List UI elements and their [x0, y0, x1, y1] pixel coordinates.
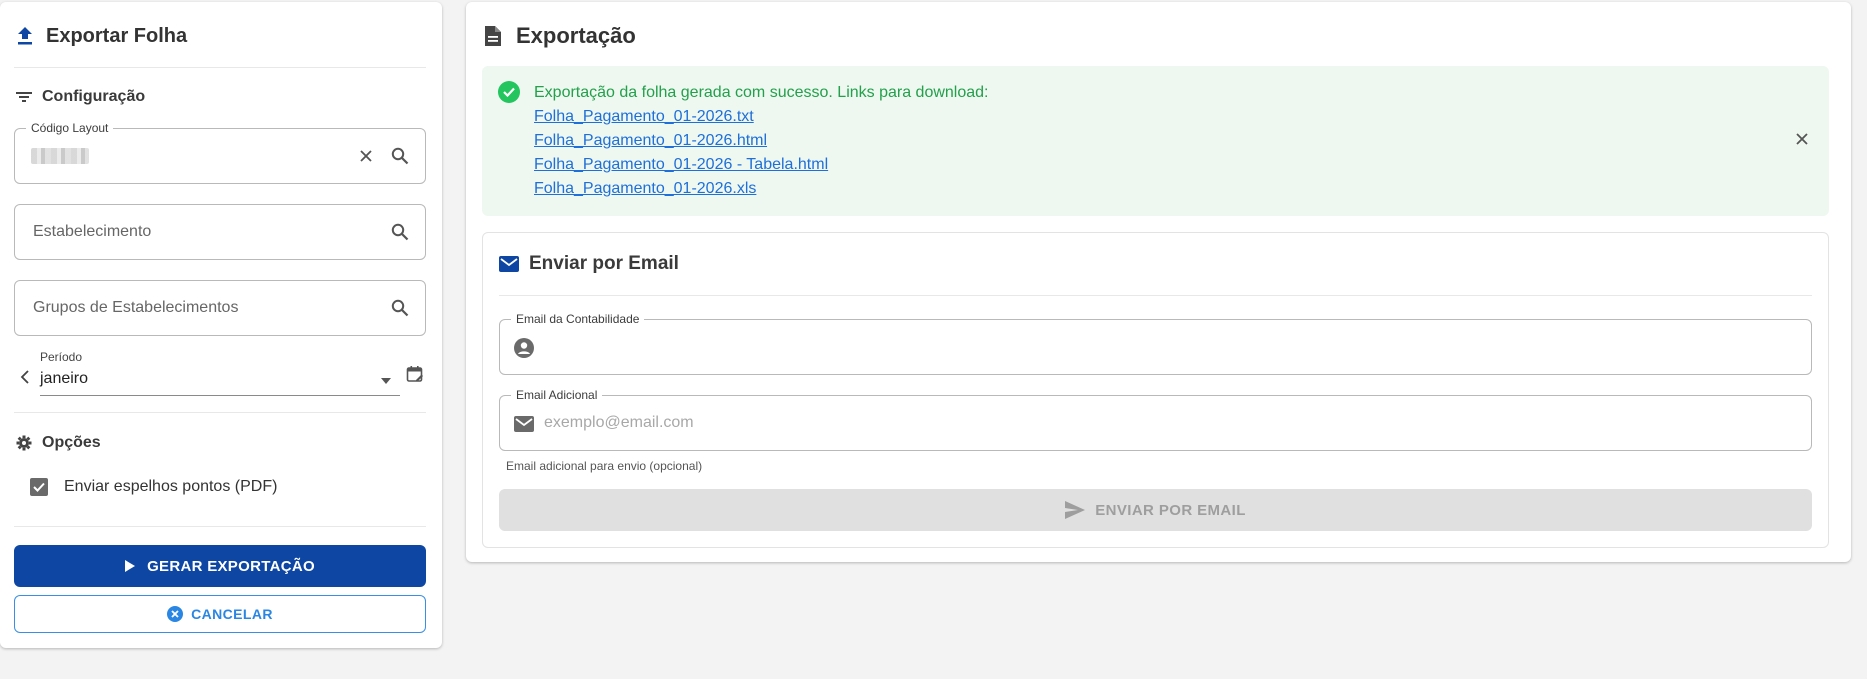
gear-icon	[16, 435, 32, 451]
gerar-exportacao-button[interactable]: GERAR EXPORTAÇÃO	[14, 545, 426, 587]
estabelecimento-placeholder: Estabelecimento	[33, 223, 152, 240]
download-links: Folha_Pagamento_01-2026.txt Folha_Pagame…	[534, 108, 828, 198]
config-title-text: Configuração	[42, 88, 146, 105]
close-icon[interactable]	[1795, 132, 1809, 146]
export-result-panel: Exportação Exportação da folha gerada co…	[466, 2, 1851, 562]
gerar-exportacao-label: GERAR EXPORTAÇÃO	[147, 557, 315, 575]
email-adicional-field[interactable]: Email Adicional exemplo@email.com	[499, 388, 1812, 451]
export-title: Exportação	[484, 22, 636, 50]
divider	[14, 412, 426, 413]
email-adicional-label: Email Adicional	[511, 388, 603, 402]
cancelar-label: CANCELAR	[191, 606, 273, 622]
envelope-icon	[514, 416, 534, 432]
download-link-txt[interactable]: Folha_Pagamento_01-2026.txt	[534, 108, 828, 126]
divider	[14, 526, 426, 527]
dropdown-arrow-icon[interactable]	[381, 378, 391, 384]
email-contabilidade-field[interactable]: Email da Contabilidade	[499, 312, 1812, 375]
email-adicional-helper: Email adicional para envio (opcional)	[506, 459, 703, 473]
espelhos-checkbox-row[interactable]: Enviar espelhos pontos (PDF)	[30, 478, 277, 496]
filter-list-icon	[16, 90, 32, 104]
clear-icon[interactable]	[359, 149, 373, 163]
account-circle-icon	[514, 338, 534, 358]
email-adicional-placeholder: exemplo@email.com	[544, 414, 694, 431]
email-contabilidade-label: Email da Contabilidade	[511, 312, 645, 326]
email-section-title: Enviar por Email	[499, 253, 679, 275]
alert-message: Exportação da folha gerada com sucesso. …	[534, 84, 989, 101]
calendar-edit-icon[interactable]	[406, 365, 424, 383]
export-title-text: Exportação	[516, 23, 636, 48]
options-title-text: Opções	[42, 434, 101, 451]
periodo-underline	[40, 395, 400, 396]
success-alert: Exportação da folha gerada com sucesso. …	[482, 66, 1829, 216]
document-icon	[484, 25, 502, 47]
enviar-email-button[interactable]: ENVIAR POR EMAIL	[499, 489, 1812, 531]
upload-icon	[16, 26, 34, 46]
search-icon[interactable]	[391, 223, 409, 241]
email-section: Enviar por Email Email da Contabilidade …	[482, 232, 1829, 548]
espelhos-checkbox[interactable]	[30, 478, 48, 496]
periodo-select: Período janeiro	[16, 348, 426, 398]
download-link-xls[interactable]: Folha_Pagamento_01-2026.xls	[534, 180, 828, 198]
envelope-icon	[499, 256, 519, 272]
periodo-value[interactable]: janeiro	[40, 370, 88, 388]
codigo-layout-value-redacted	[31, 148, 89, 164]
panel-title-text: Exportar Folha	[46, 24, 188, 47]
cancel-circle-icon	[167, 606, 184, 622]
send-icon	[1065, 501, 1086, 519]
check-circle-icon	[498, 81, 520, 103]
chevron-left-icon[interactable]	[20, 370, 30, 384]
panel-title: Exportar Folha	[16, 22, 187, 50]
grupos-estabelecimentos-field[interactable]: Grupos de Estabelecimentos	[14, 280, 426, 336]
config-section-title: Configuração	[16, 88, 145, 106]
download-link-html[interactable]: Folha_Pagamento_01-2026.html	[534, 132, 828, 150]
options-section-title: Opções	[16, 434, 101, 452]
estabelecimento-field[interactable]: Estabelecimento	[14, 204, 426, 260]
download-link-tabela-html[interactable]: Folha_Pagamento_01-2026 - Tabela.html	[534, 156, 828, 174]
espelhos-checkbox-label: Enviar espelhos pontos (PDF)	[64, 478, 278, 495]
divider	[14, 67, 426, 68]
export-config-panel: Exportar Folha Configuração Código Layou…	[0, 2, 442, 648]
enviar-email-label: ENVIAR POR EMAIL	[1095, 501, 1246, 519]
codigo-layout-field[interactable]: Código Layout	[14, 121, 426, 184]
periodo-label: Período	[40, 350, 83, 364]
grupos-placeholder: Grupos de Estabelecimentos	[33, 299, 239, 316]
play-icon	[125, 560, 136, 572]
codigo-layout-label: Código Layout	[26, 121, 114, 135]
cancelar-button[interactable]: CANCELAR	[14, 595, 426, 633]
email-section-title-text: Enviar por Email	[529, 253, 679, 274]
search-icon[interactable]	[391, 147, 409, 165]
divider	[499, 295, 1812, 296]
search-icon[interactable]	[391, 299, 409, 317]
